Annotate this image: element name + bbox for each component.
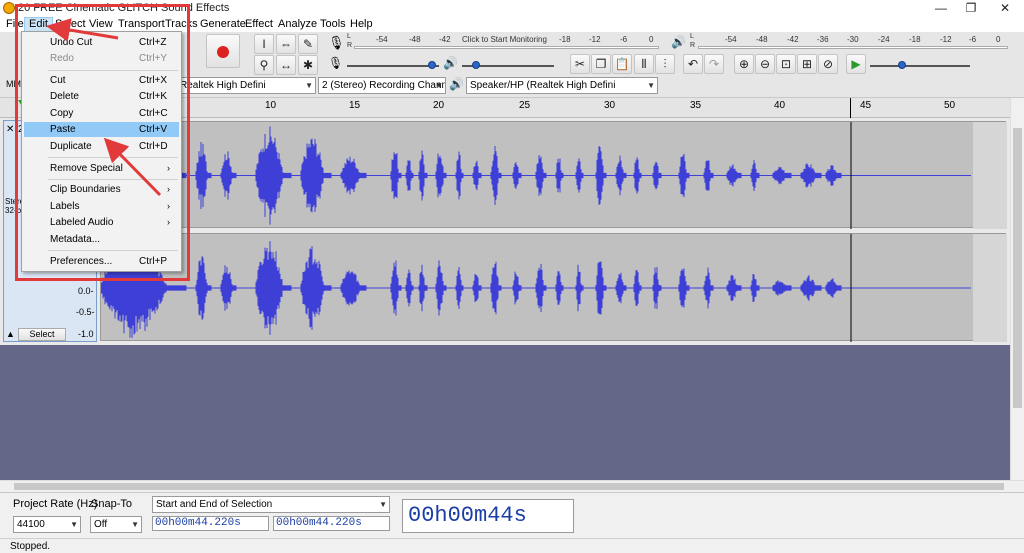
arrow-to-edit-menu — [46, 18, 119, 42]
annotation-arrows — [46, 18, 162, 197]
arrow-to-paste — [103, 137, 162, 197]
